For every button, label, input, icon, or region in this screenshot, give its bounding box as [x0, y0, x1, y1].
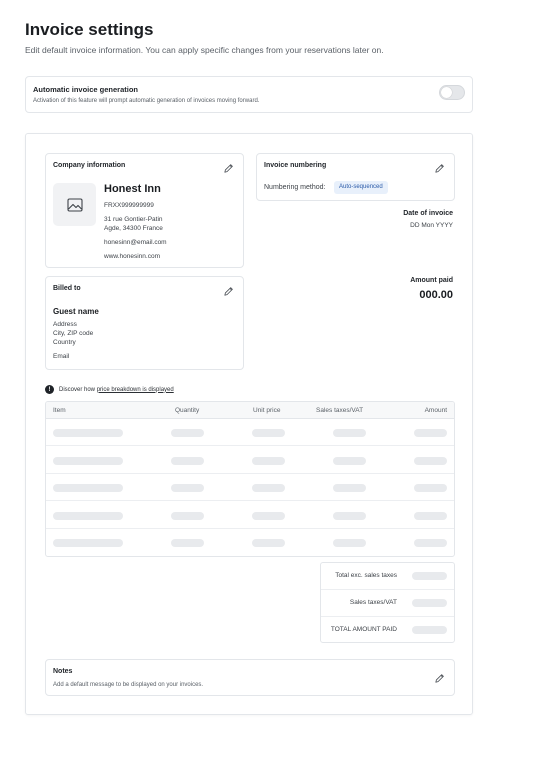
total-exc-taxes-label: Total exc. sales taxes — [335, 572, 397, 579]
skeleton-placeholder — [333, 539, 366, 548]
invoice-date-label: Date of invoice — [403, 210, 453, 217]
skeleton-placeholder — [333, 429, 366, 437]
company-address-line1: 31 rue Gontier-Patin — [104, 216, 163, 223]
items-table: Item Quantity Unit price Sales taxes/VAT… — [45, 401, 455, 557]
billed-to-title: Billed to — [53, 285, 81, 292]
table-row — [46, 447, 454, 474]
invoice-date-value: DD Mon YYYY — [410, 222, 453, 229]
skeleton-placeholder — [252, 429, 285, 437]
skeleton-placeholder — [171, 429, 204, 437]
totals-row: Total exc. sales taxes — [321, 563, 454, 590]
column-header-amount: Amount — [424, 407, 447, 414]
company-logo-placeholder[interactable] — [53, 183, 96, 226]
edit-notes-pencil-icon[interactable] — [434, 673, 445, 684]
skeleton-placeholder — [252, 511, 285, 520]
edit-numbering-pencil-icon[interactable] — [434, 163, 445, 174]
skeleton-placeholder — [53, 456, 123, 465]
toggle-knob — [441, 87, 452, 98]
sales-taxes-label: Sales taxes/VAT — [349, 599, 397, 606]
skeleton-placeholder — [414, 484, 447, 493]
numbering-method-badge: Auto-sequenced — [334, 181, 388, 194]
skeleton-placeholder — [252, 484, 285, 493]
skeleton-placeholder — [414, 511, 447, 520]
company-information-card: Company information Honest Inn FRXX99999… — [45, 153, 244, 268]
guest-country: Country — [53, 339, 76, 346]
total-amount-paid-label: TOTAL AMOUNT PAID — [330, 626, 397, 633]
company-vat: FRXX999999999 — [104, 202, 154, 209]
automatic-invoice-title: Automatic invoice generation — [33, 85, 139, 94]
page-subtitle: Edit default invoice information. You ca… — [25, 45, 384, 55]
table-row — [46, 502, 454, 529]
image-icon — [66, 197, 83, 212]
invoice-numbering-title: Invoice numbering — [264, 162, 327, 169]
totals-row: Sales taxes/VAT — [321, 590, 454, 617]
info-icon: ! — [45, 385, 54, 394]
company-email: honesinn@email.com — [104, 239, 167, 246]
skeleton-placeholder — [333, 484, 366, 493]
table-header: Item Quantity Unit price Sales taxes/VAT… — [46, 402, 454, 419]
amount-paid-value: 000.00 — [419, 289, 453, 301]
skeleton-placeholder — [412, 626, 447, 634]
breakdown-prefix: Discover how — [59, 386, 97, 393]
automatic-invoice-toggle[interactable] — [439, 85, 465, 100]
guest-email: Email — [53, 353, 70, 360]
automatic-invoice-card: Automatic invoice generation Activation … — [25, 76, 473, 113]
column-header-item: Item — [53, 407, 66, 414]
skeleton-placeholder — [252, 539, 285, 548]
edit-company-pencil-icon[interactable] — [223, 163, 234, 174]
company-name: Honest Inn — [104, 183, 161, 195]
skeleton-placeholder — [414, 456, 447, 465]
page-title: Invoice settings — [25, 20, 154, 39]
price-breakdown-link[interactable]: price breakdown is displayed — [97, 387, 174, 393]
company-address-line2: Agde, 34300 France — [104, 225, 163, 232]
company-website: www.honesinn.com — [104, 253, 160, 260]
skeleton-placeholder — [171, 456, 204, 465]
guest-city: City, ZIP code — [53, 330, 94, 337]
notes-description: Add a default message to be displayed on… — [53, 682, 204, 688]
table-row — [46, 474, 454, 502]
skeleton-placeholder — [53, 484, 123, 493]
skeleton-placeholder — [333, 511, 366, 520]
column-header-quantity: Quantity — [175, 407, 200, 414]
skeleton-placeholder — [333, 456, 366, 465]
notes-title: Notes — [53, 668, 73, 675]
notes-card: Notes Add a default message to be displa… — [45, 659, 455, 696]
skeleton-placeholder — [53, 511, 123, 520]
skeleton-placeholder — [414, 539, 447, 548]
totals-row: TOTAL AMOUNT PAID — [321, 617, 454, 644]
price-breakdown-info: ! Discover how price breakdown is displa… — [45, 385, 174, 394]
edit-billed-pencil-icon[interactable] — [223, 286, 234, 297]
invoice-numbering-card: Invoice numbering Numbering method: Auto… — [256, 153, 455, 201]
skeleton-placeholder — [171, 511, 204, 520]
table-row — [46, 419, 454, 446]
skeleton-placeholder — [171, 484, 204, 493]
skeleton-placeholder — [412, 572, 447, 580]
skeleton-placeholder — [414, 429, 447, 437]
numbering-method-label: Numbering method: — [264, 184, 326, 191]
guest-name: Guest name — [53, 307, 99, 316]
table-row — [46, 529, 454, 556]
skeleton-placeholder — [171, 539, 204, 548]
invoice-preview: Company information Honest Inn FRXX99999… — [25, 133, 473, 715]
skeleton-placeholder — [53, 539, 123, 548]
skeleton-placeholder — [412, 599, 447, 607]
automatic-invoice-description: Activation of this feature will prompt a… — [33, 98, 260, 104]
skeleton-placeholder — [252, 456, 285, 465]
column-header-unit-price: Unit price — [253, 407, 281, 414]
totals-summary: Total exc. sales taxes Sales taxes/VAT T… — [320, 562, 455, 643]
company-information-title: Company information — [53, 162, 126, 169]
skeleton-placeholder — [53, 429, 123, 437]
billed-to-card: Billed to Guest name Address City, ZIP c… — [45, 276, 244, 370]
amount-paid-label: Amount paid — [410, 277, 453, 284]
guest-address: Address — [53, 321, 77, 328]
column-header-sales-taxes: Sales taxes/VAT — [316, 407, 364, 414]
